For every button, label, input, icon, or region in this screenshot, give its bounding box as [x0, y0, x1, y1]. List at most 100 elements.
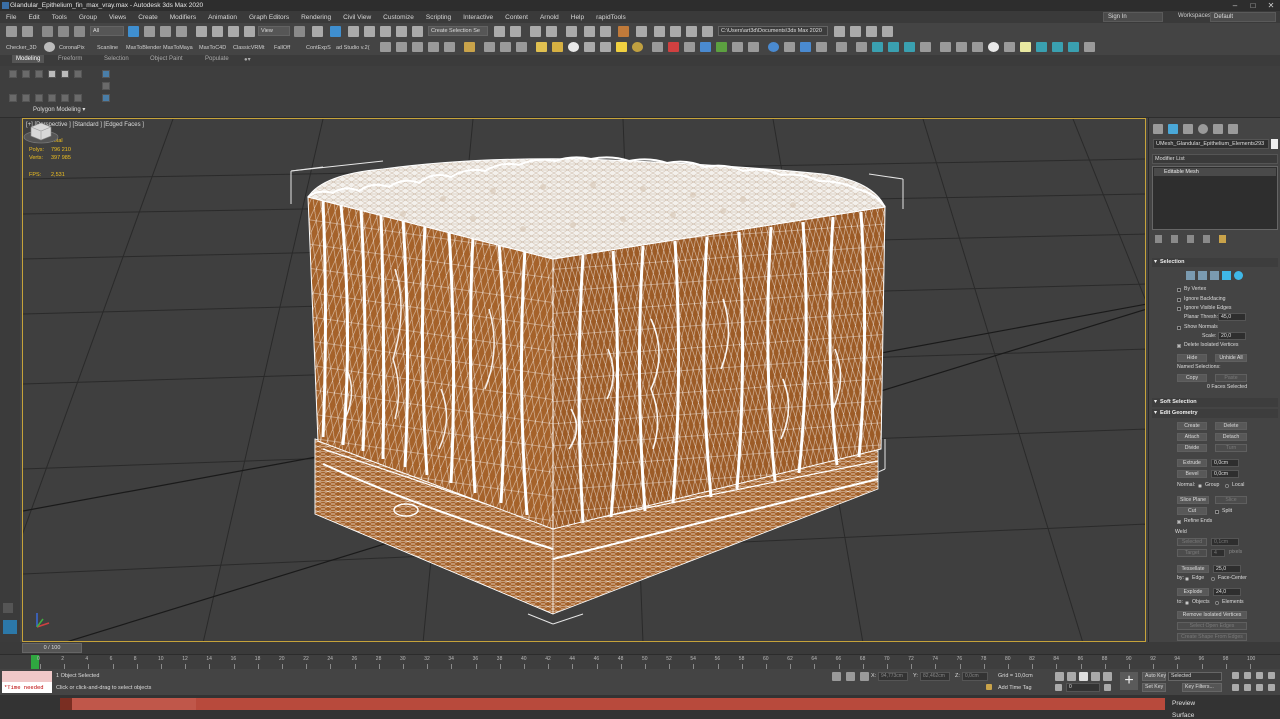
close-button[interactable]: ✕	[1262, 0, 1280, 11]
show-normals-checkbox[interactable]	[1177, 326, 1181, 330]
plugin-maxtomaya[interactable]: MaxToMaya	[163, 45, 193, 51]
vertex-mode-icon[interactable]	[1186, 271, 1195, 280]
safe-frame-icon[interactable]	[1068, 42, 1079, 52]
auto-key-button[interactable]: Auto Key	[1142, 672, 1166, 681]
percent-snap-icon[interactable]	[380, 26, 391, 37]
helper-icon[interactable]	[856, 42, 867, 52]
plugin-classicvrmt[interactable]: ClassicVRMt	[233, 45, 264, 51]
rollout-soft-selection[interactable]: Soft Selection	[1152, 398, 1278, 407]
render-cloud-icon[interactable]	[702, 26, 713, 37]
menu-scripting[interactable]: Scripting	[420, 14, 457, 21]
isolate-icon[interactable]	[832, 672, 841, 681]
extrude-spinner[interactable]: 0,0cm	[1211, 459, 1239, 467]
select-open-edges-button[interactable]: Select Open Edges	[1177, 622, 1247, 630]
render-iterative-icon[interactable]	[686, 26, 697, 37]
statistics-icon[interactable]	[1084, 42, 1095, 52]
plugin-coronapix[interactable]: CoronaPix	[59, 45, 85, 51]
ribbon-options-icon[interactable]: ●▾	[244, 56, 251, 63]
planar-thresh-spinner[interactable]: 45,0	[1218, 313, 1246, 321]
asset-browser-icon[interactable]	[784, 42, 795, 52]
tab-populate[interactable]: Populate	[205, 56, 229, 62]
project-path-dropdown[interactable]: C:\Users\art3d\Documents\3ds Max 2020	[718, 26, 828, 36]
tab-object-paint[interactable]: Object Paint	[150, 56, 183, 62]
scatter-icon[interactable]	[652, 42, 663, 52]
layer-explorer-icon[interactable]	[546, 26, 557, 37]
remove-modifier-icon[interactable]	[1203, 235, 1210, 243]
viewport-config-icon[interactable]	[1052, 42, 1063, 52]
by-vertex-checkbox[interactable]	[1177, 288, 1181, 292]
menu-views[interactable]: Views	[103, 14, 132, 21]
render-setup-icon[interactable]	[636, 26, 647, 37]
project-folder-icon[interactable]	[834, 26, 845, 37]
menu-help[interactable]: Help	[565, 14, 590, 21]
select-by-name-icon[interactable]	[144, 26, 155, 37]
tessellate-spinner[interactable]: 25,0	[1213, 565, 1241, 573]
menu-interactive[interactable]: Interactive	[457, 14, 499, 21]
capture-icon[interactable]	[1004, 42, 1015, 52]
hierarchy-tab-icon[interactable]	[1183, 124, 1193, 134]
selection-filter-dropdown[interactable]: All	[90, 26, 124, 36]
menu-group[interactable]: Group	[73, 14, 103, 21]
make-unique-icon[interactable]	[1187, 235, 1194, 243]
particle-icon[interactable]	[748, 42, 759, 52]
go-to-start-icon[interactable]	[1055, 672, 1064, 681]
zoom-extents-all-icon[interactable]	[1268, 672, 1275, 679]
hide-button[interactable]: Hide	[1177, 354, 1207, 362]
unwrap-icon[interactable]	[940, 42, 951, 52]
modify-tab-icon[interactable]	[1168, 124, 1178, 134]
stack-item-editable-mesh[interactable]: Editable Mesh	[1154, 168, 1276, 176]
plugin-contexps[interactable]: ContExpS	[306, 45, 331, 51]
ribbon-stack-icon[interactable]	[22, 94, 30, 102]
ribbon-text-icon[interactable]	[102, 94, 110, 102]
vray-light-icon[interactable]	[396, 42, 407, 52]
menu-rapidtools[interactable]: rapidTools	[590, 14, 632, 21]
vray-fur-icon[interactable]	[444, 42, 455, 52]
coronapix-icon[interactable]	[44, 42, 55, 52]
weld-selected-button[interactable]: Selected	[1177, 538, 1207, 546]
sign-in-dropdown[interactable]: Sign In	[1103, 12, 1163, 22]
time-tag-icon[interactable]	[986, 684, 992, 690]
zoom-extents-icon[interactable]	[1256, 672, 1263, 679]
measure-icon[interactable]	[836, 42, 847, 52]
skin-icon[interactable]	[920, 42, 931, 52]
scene-toggle-icon[interactable]	[3, 603, 13, 613]
bulb-icon[interactable]	[1020, 42, 1031, 52]
select-object-icon[interactable]	[128, 26, 139, 37]
named-selection-dropdown[interactable]: Create Selection Se	[428, 26, 488, 36]
ribbon-collapse-icon[interactable]	[35, 94, 43, 102]
bind-spacewarp-icon[interactable]	[74, 26, 85, 37]
maxscript-listener[interactable]: *Time needed	[2, 682, 52, 693]
redo-icon[interactable]	[22, 26, 33, 37]
ribbon-element-icon[interactable]	[61, 70, 69, 78]
maxscript-listener-top[interactable]	[2, 671, 52, 682]
corona-sun-icon[interactable]	[552, 42, 563, 52]
cut-button[interactable]: Cut	[1177, 507, 1207, 515]
railclone-icon[interactable]	[684, 42, 695, 52]
delete-isolated-checkbox[interactable]	[1177, 344, 1181, 348]
utilities-tab-icon[interactable]	[1228, 124, 1238, 134]
bevel-spinner[interactable]: 0,0cm	[1211, 470, 1239, 478]
corona-disc-icon[interactable]	[600, 42, 611, 52]
spinner-snap-icon[interactable]	[396, 26, 407, 37]
delete-button[interactable]: Delete	[1215, 422, 1247, 430]
plugin-maxtoc4d[interactable]: MaxToC4D	[199, 45, 226, 51]
menu-file[interactable]: File	[0, 14, 22, 21]
menu-rendering[interactable]: Rendering	[295, 14, 337, 21]
corona-light-icon[interactable]	[536, 42, 547, 52]
align-icon[interactable]	[510, 26, 521, 37]
time-slider-thumb[interactable]: 0 / 100	[22, 643, 82, 653]
key-mode-icon[interactable]	[1055, 684, 1062, 691]
scale-spinner[interactable]: 20,0	[1218, 332, 1246, 340]
ribbon-edge-icon[interactable]	[22, 70, 30, 78]
polygon-modeling-panel-label[interactable]: Polygon Modeling ▾	[33, 106, 85, 113]
perspective-viewport[interactable]: [+] [Perspective ] [Standard ] [Edged Fa…	[22, 118, 1146, 642]
menu-graph-editors[interactable]: Graph Editors	[243, 14, 295, 21]
schematic-view-icon[interactable]	[600, 26, 611, 37]
add-time-tag[interactable]: Add Time Tag	[998, 685, 1032, 691]
pan-icon[interactable]	[1244, 684, 1251, 691]
viewport-layout-tab[interactable]	[3, 620, 17, 634]
configure-sets-icon[interactable]	[1219, 235, 1226, 243]
pivot-center-icon[interactable]	[294, 26, 305, 37]
scene-explorer-icon[interactable]	[530, 26, 541, 37]
tess-face-center-radio[interactable]	[1211, 577, 1215, 581]
